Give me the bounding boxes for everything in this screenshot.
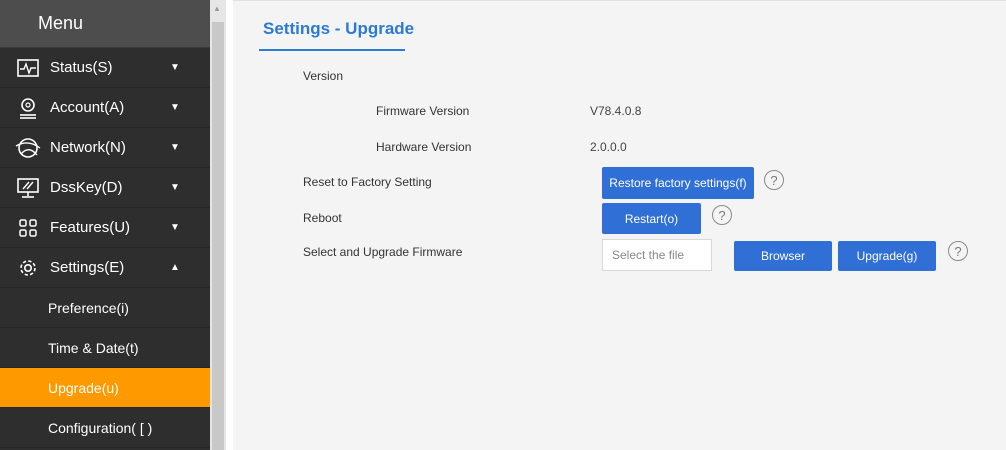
sidebar-subitem-configuration[interactable]: Configuration( [ ) — [0, 408, 210, 448]
reset-factory-label: Reset to Factory Setting — [303, 175, 432, 189]
help-icon[interactable]: ? — [764, 170, 784, 190]
chevron-down-icon: ▼ — [170, 62, 180, 73]
sidebar-item-label: DssKey(D) — [50, 179, 123, 196]
sidebar-item-label: Account(A) — [50, 99, 125, 116]
chevron-up-icon: ▲ — [170, 262, 180, 273]
browser-button[interactable]: Browser — [734, 241, 832, 271]
chevron-down-icon: ▼ — [170, 182, 180, 193]
page-title: Settings - Upgrade — [263, 19, 415, 38]
sidebar-item-label: Features(U) — [50, 219, 131, 236]
sidebar-item-account[interactable]: Account(A) ▼ — [0, 88, 210, 128]
chevron-down-icon: ▼ — [170, 102, 180, 113]
sidebar-item-label: Status(S) — [50, 59, 113, 76]
sidebar-item-dsskey[interactable]: DssKey(D) ▼ — [0, 168, 210, 208]
network-icon — [14, 137, 42, 159]
features-icon — [14, 217, 42, 239]
sidebar-item-label: Network(N) — [50, 139, 126, 156]
upgrade-button[interactable]: Upgrade(g) — [838, 241, 936, 271]
scroll-up-arrow-icon[interactable]: ▲ — [213, 4, 221, 13]
menu-header: Menu — [0, 0, 210, 48]
divider — [226, 0, 233, 450]
hardware-version-label: Hardware Version — [376, 140, 472, 154]
title-underline — [259, 49, 405, 51]
sidebar-item-status[interactable]: Status(S) ▼ — [0, 48, 210, 88]
page-root: Menu Status(S) ▼ Account(A) ▼ Network(N)… — [0, 0, 1006, 450]
reboot-label: Reboot — [303, 211, 342, 225]
upgrade-firmware-label: Select and Upgrade Firmware — [303, 245, 463, 259]
sidebar-scrollbar[interactable]: ▲ — [210, 0, 226, 450]
sidebar-item-label: Settings(E) — [50, 259, 125, 276]
restart-button[interactable]: Restart(o) — [602, 203, 701, 234]
sidebar-subitem-upgrade[interactable]: Upgrade(u) — [0, 368, 210, 408]
sidebar-item-network[interactable]: Network(N) ▼ — [0, 128, 210, 168]
chevron-down-icon: ▼ — [170, 222, 180, 233]
chevron-down-icon: ▼ — [170, 142, 180, 153]
hardware-version-value: 2.0.0.0 — [590, 140, 627, 154]
sidebar-subitem-time-date[interactable]: Time & Date(t) — [0, 328, 210, 368]
sidebar-subitem-preference[interactable]: Preference(i) — [0, 288, 210, 328]
main-content: Settings - Upgrade Version Firmware Vers… — [233, 0, 1006, 450]
firmware-version-value: V78.4.0.8 — [590, 104, 642, 118]
restore-factory-button[interactable]: Restore factory settings(f) — [602, 167, 754, 199]
help-icon[interactable]: ? — [712, 205, 732, 225]
sidebar-item-settings[interactable]: Settings(E) ▲ — [0, 248, 210, 288]
help-icon[interactable]: ? — [948, 241, 968, 261]
settings-icon — [14, 257, 42, 279]
dsskey-icon — [14, 177, 42, 199]
sidebar-item-features[interactable]: Features(U) ▼ — [0, 208, 210, 248]
sidebar: Menu Status(S) ▼ Account(A) ▼ Network(N)… — [0, 0, 210, 450]
file-select-input[interactable]: Select the file — [602, 239, 712, 271]
firmware-version-label: Firmware Version — [376, 104, 470, 118]
account-icon — [14, 97, 42, 119]
scrollbar-thumb[interactable] — [212, 22, 224, 450]
status-icon — [14, 57, 42, 79]
version-label: Version — [303, 69, 344, 83]
